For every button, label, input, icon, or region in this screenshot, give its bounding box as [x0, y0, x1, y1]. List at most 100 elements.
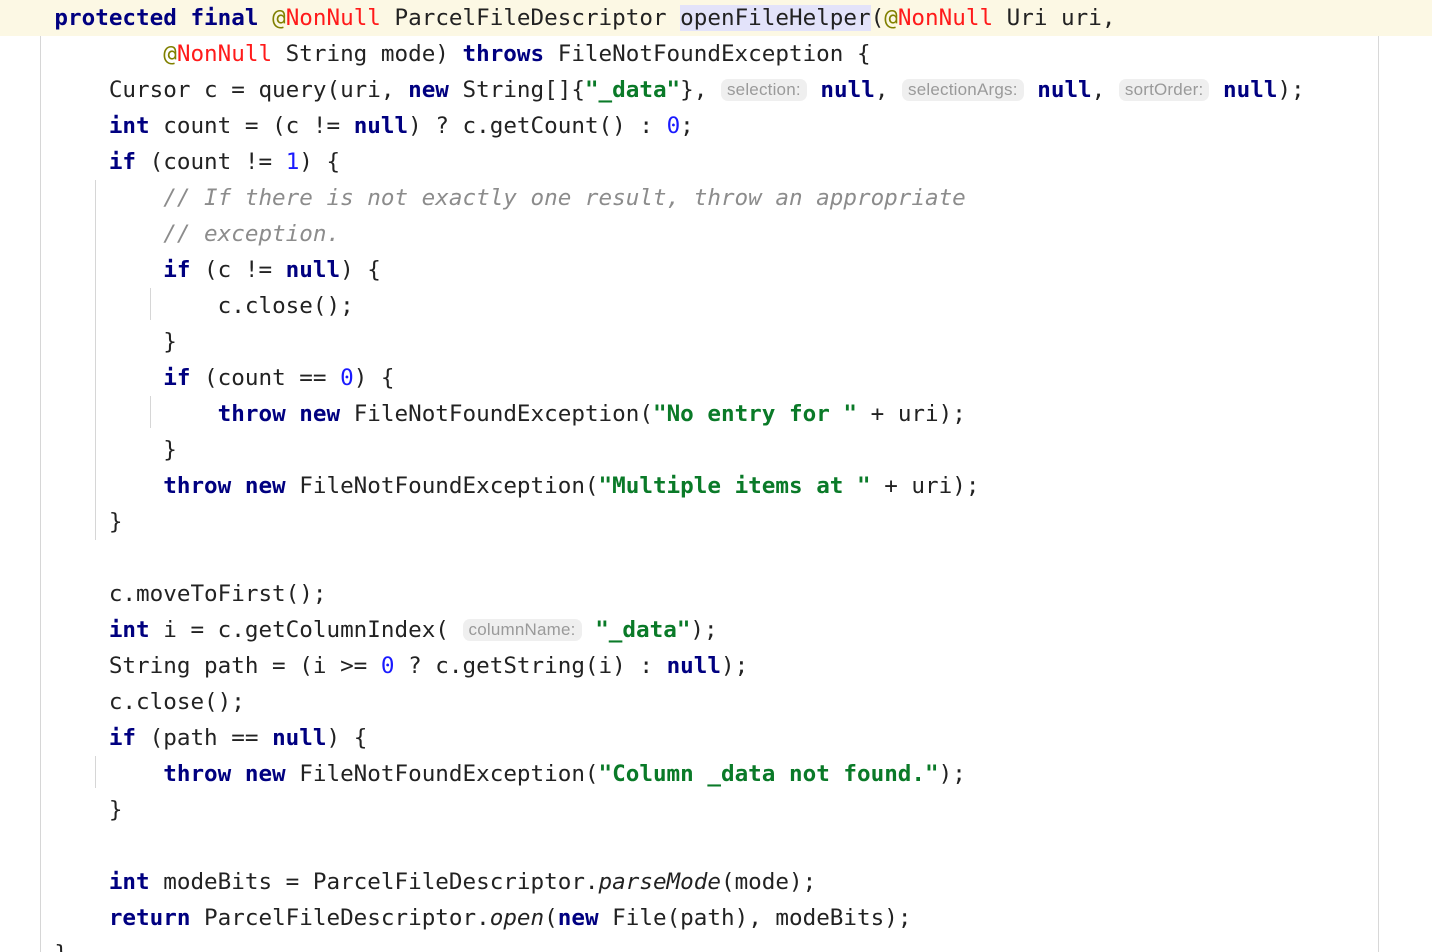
token-number: 0 [340, 365, 354, 391]
token-annotation-name: NonNull [176, 41, 273, 67]
code-line-25[interactable]: int modeBits = ParcelFileDescriptor.pars… [0, 864, 1432, 900]
inline-hint-selection-args: selectionArgs: [902, 79, 1024, 101]
token-static-method: open [489, 905, 545, 931]
code-line-24[interactable] [0, 828, 1432, 864]
token-keyword: null [1223, 77, 1278, 103]
token-keyword: throws [462, 41, 545, 67]
token-brace: } [163, 437, 177, 463]
token-expr: ); [1277, 77, 1305, 103]
token-keyword: int [108, 113, 150, 139]
code-line-10[interactable]: } [0, 324, 1432, 360]
code-line-26[interactable]: return ParcelFileDescriptor.open(new Fil… [0, 900, 1432, 936]
code-line-19[interactable]: String path = (i >= 0 ? c.getString(i) :… [0, 648, 1432, 684]
token-expr: ) { [326, 725, 368, 751]
token-expr: + uri); [870, 473, 980, 499]
annotation-at-icon: @ [884, 5, 898, 31]
token-expr: (c != [190, 257, 286, 283]
code-line-5[interactable]: if (count != 1) { [0, 144, 1432, 180]
code-line-15[interactable]: } [0, 504, 1432, 540]
token-expr: ); [720, 653, 749, 679]
token-params: Uri uri, [993, 5, 1116, 31]
token-keyword: null [285, 257, 341, 283]
token-expr: ; [680, 113, 694, 139]
token-expr: c.close(); [217, 293, 354, 319]
token-punct: ( [870, 5, 885, 31]
token-expr: + uri); [857, 401, 966, 427]
code-line-1[interactable]: protected final @NonNull ParcelFileDescr… [0, 0, 1432, 36]
token-expr: Cursor c = query(uri, [108, 77, 409, 103]
token-expr: modeBits = ParcelFileDescriptor. [149, 869, 599, 895]
token-keyword: new [408, 77, 449, 103]
code-line-6[interactable]: // If there is not exactly one result, t… [0, 180, 1432, 216]
token-keyword: null [272, 725, 327, 751]
token-keyword: int [108, 869, 150, 895]
token-expr: ? c.getString(i) : [394, 653, 667, 679]
token-annotation-name: NonNull [285, 5, 381, 31]
token-keyword: if [108, 149, 137, 175]
token-number: 1 [285, 149, 300, 175]
code-line-14[interactable]: throw new FileNotFoundException("Multipl… [0, 468, 1432, 504]
code-line-20[interactable]: c.close(); [0, 684, 1432, 720]
inline-hint-sort-order: sortOrder: [1118, 79, 1210, 101]
code-line-7[interactable]: // exception. [0, 216, 1432, 252]
token-string: "_data" [595, 617, 691, 643]
code-editor[interactable]: protected final @NonNull ParcelFileDescr… [0, 0, 1432, 952]
code-content[interactable]: protected final @NonNull ParcelFileDescr… [0, 0, 1432, 952]
token-keyword: if [163, 257, 191, 283]
token-expr: i = c.getColumnIndex( [149, 617, 463, 643]
token-expr: String[]{ [448, 77, 585, 103]
token-type: ParcelFileDescriptor [380, 5, 681, 31]
token-expr: File(path), modeBits); [598, 905, 912, 931]
code-line-11[interactable]: if (count == 0) { [0, 360, 1432, 396]
token-expr: (mode); [720, 869, 817, 895]
token-expr: ); [690, 617, 718, 643]
token-brace: } [163, 329, 177, 355]
annotation-at-icon: @ [163, 41, 177, 67]
token-keyword: null [353, 113, 409, 139]
token-expr: }, [680, 77, 721, 103]
token-expr: ( [544, 905, 558, 931]
code-line-2[interactable]: @NonNull String mode) throws FileNotFoun… [0, 36, 1432, 72]
token-expr: (count == [190, 365, 341, 391]
token-keyword: null [1037, 77, 1092, 103]
code-line-9[interactable]: c.close(); [0, 288, 1432, 324]
token-keyword: if [108, 725, 137, 751]
token-comment: // If there is not exactly one result, t… [163, 185, 966, 211]
token-keyword: return [108, 905, 191, 931]
code-line-16[interactable] [0, 540, 1432, 576]
token-expr: FileNotFoundException( [340, 401, 653, 427]
annotation-at-icon: @ [272, 5, 286, 31]
code-line-17[interactable]: c.moveToFirst(); [0, 576, 1432, 612]
token-string: "Column _data not found." [598, 761, 939, 787]
code-line-23[interactable]: } [0, 792, 1432, 828]
inline-hint-column-name: columnName: [462, 619, 582, 641]
token-keyword: throw new [163, 473, 286, 499]
code-line-13[interactable]: } [0, 432, 1432, 468]
token-number: 0 [666, 113, 681, 139]
code-line-27[interactable]: } [0, 936, 1432, 952]
code-line-22[interactable]: throw new FileNotFoundException("Column … [0, 756, 1432, 792]
token-keyword: if [163, 365, 191, 391]
token-expr: , [1091, 77, 1119, 103]
token-params: String mode) [272, 41, 463, 67]
code-line-18[interactable]: int i = c.getColumnIndex( columnName: "_… [0, 612, 1432, 648]
token-annotation-name: NonNull [897, 5, 994, 31]
token-expr: ) ? c.getCount() : [408, 113, 667, 139]
token-expr: , [874, 77, 903, 103]
code-line-21[interactable]: if (path == null) { [0, 720, 1432, 756]
token-brace: } [108, 509, 123, 535]
code-line-4[interactable]: int count = (c != null) ? c.getCount() :… [0, 108, 1432, 144]
inline-hint-selection: selection: [720, 79, 807, 101]
token-expr: FileNotFoundException( [285, 473, 599, 499]
code-line-8[interactable]: if (c != null) { [0, 252, 1432, 288]
code-line-3[interactable]: Cursor c = query(uri, new String[]{"_dat… [0, 72, 1432, 108]
highlighted-identifier[interactable]: openFileHelper [680, 5, 871, 31]
token-expr: String path = (i >= [108, 653, 381, 679]
token-string: "No entry for " [652, 401, 858, 427]
code-line-12[interactable]: throw new FileNotFoundException("No entr… [0, 396, 1432, 432]
token-expr: count = (c != [149, 113, 354, 139]
